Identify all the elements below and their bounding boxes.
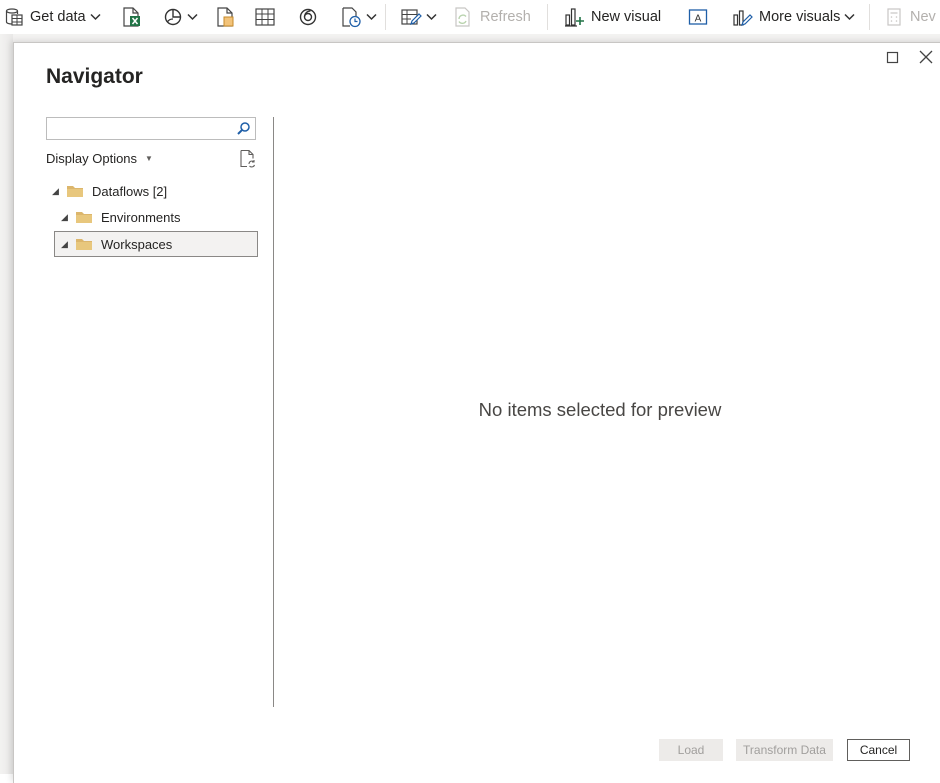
new-measure-label: Nev	[910, 9, 936, 25]
enter-data-button[interactable]	[254, 0, 276, 34]
refresh-icon	[455, 7, 470, 27]
new-visual-button[interactable]: New visual	[563, 0, 661, 34]
get-data-button[interactable]: Get data	[4, 0, 101, 34]
ribbon-separator	[385, 4, 386, 30]
close-icon[interactable]	[918, 49, 934, 65]
chevron-down-icon	[844, 13, 855, 21]
maximize-icon[interactable]	[886, 51, 900, 65]
tree-item-dataflows[interactable]: ◢ Dataflows [2]	[52, 179, 252, 203]
document-database-icon	[217, 7, 234, 27]
excel-icon	[123, 7, 140, 27]
dataverse-icon	[299, 8, 317, 26]
caret-down-icon: ▼	[145, 154, 153, 163]
bar-chart-add-icon	[565, 8, 584, 27]
ribbon-separator	[547, 4, 548, 30]
transform-data-button[interactable]	[400, 0, 437, 34]
ribbon-toolbar: Get data Refresh New visual A More visua…	[0, 0, 940, 34]
display-options-dropdown[interactable]: Display Options ▼	[46, 151, 153, 166]
onelake-data-hub-button[interactable]	[163, 0, 198, 34]
new-visual-label: New visual	[591, 9, 662, 25]
chart-pencil-icon	[733, 10, 753, 26]
expand-arrow-icon[interactable]: ◢	[61, 212, 71, 223]
clock-document-icon	[342, 7, 361, 28]
chevron-down-icon	[187, 13, 198, 21]
transform-data-button[interactable]: Transform Data	[736, 739, 833, 761]
svg-text:A: A	[695, 14, 702, 25]
table-edit-icon	[401, 9, 422, 25]
table-grid-icon	[255, 8, 275, 26]
tree-item-label: Workspaces	[101, 236, 173, 252]
text-box-icon: A	[688, 9, 708, 25]
excel-workbook-button[interactable]	[120, 0, 142, 34]
dialog-title: Navigator	[46, 65, 143, 88]
cancel-button[interactable]: Cancel	[847, 739, 910, 761]
get-data-label: Get data	[30, 9, 86, 25]
more-visuals-button[interactable]: More visuals	[731, 0, 855, 34]
navigator-dialog: Navigator Display Options ▼ ◢ Dataflows …	[13, 42, 940, 783]
refresh-document-icon[interactable]	[239, 149, 257, 169]
more-visuals-label: More visuals	[759, 9, 841, 25]
new-measure-button[interactable]: Nev	[884, 0, 936, 34]
search-box	[46, 117, 256, 140]
chevron-down-icon	[426, 13, 437, 21]
folder-icon	[67, 186, 83, 197]
search-input[interactable]	[51, 119, 240, 140]
calculator-icon	[887, 8, 901, 26]
expand-arrow-icon[interactable]: ◢	[61, 239, 71, 250]
tree-item-environments[interactable]: ◢ Environments	[61, 205, 251, 229]
chevron-down-icon	[90, 13, 101, 21]
data-hub-icon	[164, 8, 182, 26]
tree-item-label: Dataflows [2]	[92, 183, 168, 199]
ribbon-separator	[869, 4, 870, 30]
backdrop	[0, 34, 940, 42]
backdrop	[0, 34, 13, 774]
search-icon[interactable]	[236, 121, 251, 136]
expand-arrow-icon[interactable]: ◢	[52, 186, 62, 197]
tree-item-label: Environments	[101, 209, 181, 225]
folder-icon	[76, 212, 92, 223]
chevron-down-icon	[366, 13, 377, 21]
sql-server-button[interactable]	[214, 0, 236, 34]
load-button[interactable]: Load	[659, 739, 723, 761]
database-table-icon	[5, 8, 23, 26]
dataverse-button[interactable]	[297, 0, 319, 34]
tree-item-workspaces[interactable]: ◢ Workspaces	[54, 231, 258, 257]
recent-sources-button[interactable]	[340, 0, 377, 34]
preview-empty-message: No items selected for preview	[478, 399, 722, 420]
refresh-button[interactable]: Refresh	[452, 0, 531, 34]
folder-icon	[76, 239, 92, 250]
display-options-label: Display Options	[46, 151, 138, 166]
text-box-button[interactable]: A	[687, 0, 709, 34]
refresh-label: Refresh	[480, 9, 531, 25]
